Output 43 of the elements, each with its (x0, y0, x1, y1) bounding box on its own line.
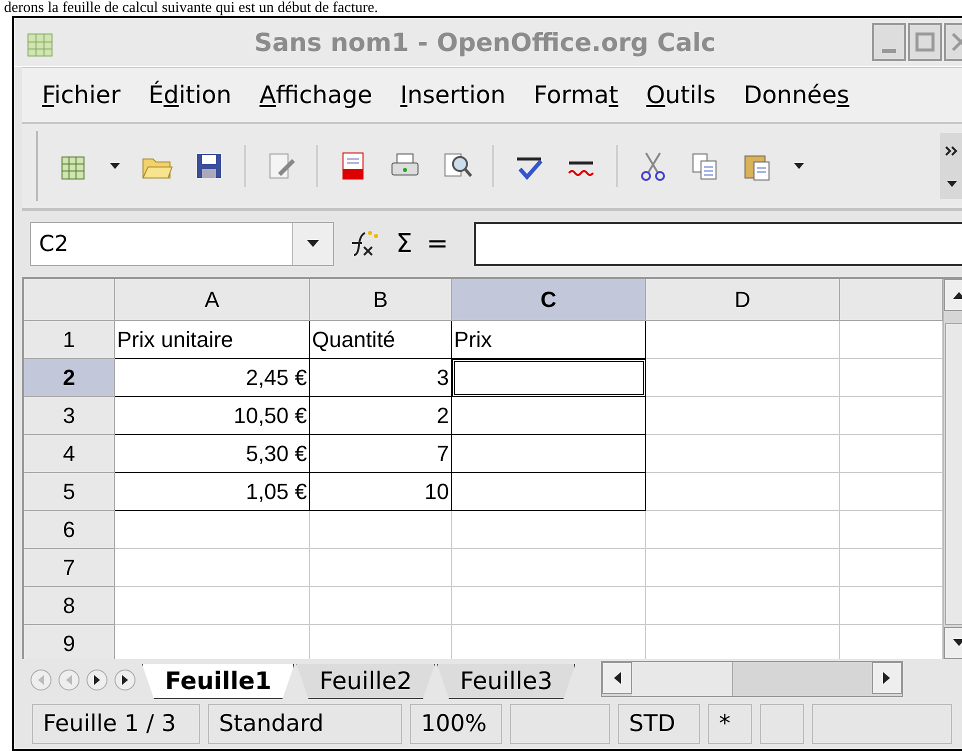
row-header[interactable]: 5 (24, 473, 115, 511)
sheet-tab[interactable]: Feuille2 (296, 664, 435, 699)
row-header[interactable]: 3 (24, 397, 115, 435)
row-header[interactable]: 8 (24, 587, 115, 625)
table-cell: 10,50 € (115, 397, 310, 435)
table-cell: 7 (310, 435, 452, 473)
table-cell: 2 (310, 397, 452, 435)
column-header[interactable]: D (646, 279, 840, 321)
sheet-tab[interactable]: Feuille3 (436, 664, 576, 699)
menu-item[interactable]: Insertion (400, 81, 506, 109)
equals-button[interactable]: = (426, 229, 448, 259)
column-header[interactable]: C (452, 279, 646, 321)
row-header[interactable]: 6 (24, 511, 115, 549)
status-field: Feuille 1 / 3 (32, 704, 200, 744)
name-box[interactable]: C2 (30, 222, 334, 266)
table-cell: 2,45 € (115, 359, 310, 397)
menu-item[interactable]: Données (744, 81, 850, 109)
column-header[interactable]: B (310, 279, 452, 321)
table-cell: 10 (310, 473, 452, 511)
table-cell: 1,05 € (115, 473, 310, 511)
status-field: 100% (410, 704, 502, 744)
column-header[interactable]: A (115, 279, 310, 321)
row-header[interactable]: 2 (24, 359, 115, 397)
table-cell: Prix unitaire (115, 321, 310, 359)
menu-item[interactable]: Outils (646, 81, 716, 109)
status-field: Standard (208, 704, 402, 744)
menu-item[interactable]: Fichier (42, 81, 120, 109)
table-cell: 3 (310, 359, 452, 397)
row-header[interactable]: 4 (24, 435, 115, 473)
status-field: * (708, 704, 752, 744)
status-field: STD (618, 704, 700, 744)
menu-item[interactable]: Édition (148, 81, 232, 109)
table-cell: Prix (452, 321, 646, 359)
menu-item[interactable]: Affichage (259, 81, 372, 109)
row-header[interactable]: 1 (24, 321, 115, 359)
table-cell: Quantité (310, 321, 452, 359)
sum-button[interactable]: Σ (396, 229, 412, 259)
document-text: derons la feuille de calcul suivante qui est un début de facture. (3, 0, 380, 16)
menu-item[interactable]: Format (534, 81, 618, 109)
sheet-tab[interactable]: Feuille1 (142, 664, 294, 699)
table-cell: 5,30 € (115, 435, 310, 473)
row-header[interactable]: 7 (24, 549, 115, 587)
window-title: Sans nom1 - OpenOffice.org Calc (253, 28, 717, 56)
